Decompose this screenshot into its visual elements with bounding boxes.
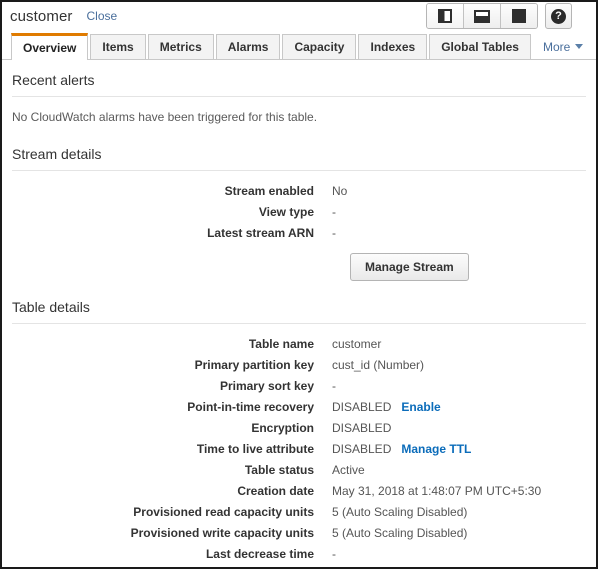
- table-details-list: Table name customer Primary partition ke…: [2, 324, 596, 567]
- detail-value: DISABLED: [332, 400, 392, 414]
- detail-label: Last increase time: [2, 565, 332, 567]
- section-heading-table-details: Table details: [12, 299, 90, 315]
- detail-value: 5 (Auto Scaling Disabled): [332, 505, 468, 519]
- detail-row: Latest stream ARN -: [2, 223, 596, 243]
- detail-label: Encryption: [251, 421, 314, 435]
- detail-value: -: [332, 205, 336, 219]
- detail-label: Provisioned write capacity units: [130, 526, 314, 540]
- detail-value: DISABLED: [332, 442, 392, 456]
- help-icon: ?: [551, 8, 566, 24]
- full-view-button[interactable]: [501, 4, 537, 28]
- detail-label: Table name: [248, 337, 314, 351]
- dynamodb-table-overview-window: customer Close ? Overview Items Metrics …: [0, 0, 598, 569]
- detail-label: Time to live attribute: [196, 442, 314, 456]
- detail-row: Primary partition key cust_id (Number): [2, 355, 596, 375]
- detail-row: View type -: [2, 202, 596, 222]
- detail-value: 5 (Auto Scaling Disabled): [332, 526, 468, 540]
- split-panel-icon: [438, 9, 452, 23]
- detail-row: Provisioned read capacity units 5 (Auto …: [2, 502, 596, 522]
- detail-row: Last increase time -: [2, 565, 596, 567]
- tab-indexes[interactable]: Indexes: [358, 34, 428, 59]
- detail-row: Table name customer: [2, 334, 596, 354]
- recent-alerts-message: No CloudWatch alarms have been triggered…: [12, 110, 318, 124]
- table-details-section: Table details Table name customer Primar…: [2, 287, 596, 567]
- tab-alarms[interactable]: Alarms: [215, 34, 281, 59]
- chevron-down-icon: [575, 44, 584, 49]
- detail-label: Point-in-time recovery: [187, 400, 314, 414]
- page-title: customer: [10, 7, 73, 25]
- window-controls: ?: [426, 3, 572, 29]
- tab-label: Overview: [23, 41, 77, 55]
- section-heading-recent-alerts: Recent alerts: [12, 72, 95, 88]
- manage-ttl-link[interactable]: Manage TTL: [401, 439, 471, 459]
- detail-row: Last decrease time -: [2, 544, 596, 564]
- tab-bar: Overview Items Metrics Alarms Capacity I…: [2, 30, 596, 60]
- detail-row: Encryption DISABLED: [2, 418, 596, 438]
- close-link[interactable]: Close: [87, 9, 118, 23]
- bottom-panel-icon: [474, 9, 490, 23]
- detail-label: Creation date: [237, 484, 314, 498]
- section-heading-stream-details: Stream details: [12, 146, 102, 162]
- tab-label: Items: [102, 40, 134, 54]
- tab-metrics[interactable]: Metrics: [147, 34, 214, 59]
- split-view-button[interactable]: [427, 4, 464, 28]
- help-button[interactable]: ?: [545, 3, 572, 29]
- tab-label: Global Tables: [441, 40, 519, 54]
- detail-value: -: [332, 226, 336, 240]
- tab-overview[interactable]: Overview: [11, 33, 89, 60]
- tab-more-dropdown[interactable]: More: [533, 34, 589, 59]
- detail-row: Primary sort key -: [2, 376, 596, 396]
- detail-value: DISABLED: [332, 421, 392, 435]
- tab-capacity[interactable]: Capacity: [282, 34, 357, 59]
- detail-value: -: [332, 565, 336, 567]
- detail-label: Last decrease time: [205, 547, 314, 561]
- detail-row: Provisioned write capacity units 5 (Auto…: [2, 523, 596, 543]
- recent-alerts-section: Recent alerts No CloudWatch alarms have …: [2, 60, 596, 134]
- tab-label: Capacity: [294, 40, 345, 54]
- detail-label: Primary partition key: [194, 358, 314, 372]
- tab-global-tables[interactable]: Global Tables: [429, 34, 531, 59]
- detail-label: Table status: [244, 463, 314, 477]
- tab-label: Metrics: [159, 40, 202, 54]
- tab-items[interactable]: Items: [90, 34, 146, 59]
- tab-label: Alarms: [227, 40, 269, 54]
- window-header: customer Close ?: [2, 2, 596, 30]
- detail-row: Time to live attribute DISABLED Manage T…: [2, 439, 596, 459]
- detail-label: Provisioned read capacity units: [133, 505, 314, 519]
- stream-actions: Manage Stream: [2, 244, 596, 281]
- detail-value: May 31, 2018 at 1:48:07 PM UTC+5:30: [332, 484, 542, 498]
- stream-details-list: Stream enabled No View type - Latest str…: [2, 171, 596, 243]
- detail-row: Table status Active: [2, 460, 596, 480]
- detail-row: Creation date May 31, 2018 at 1:48:07 PM…: [2, 481, 596, 501]
- enable-pitr-link[interactable]: Enable: [401, 397, 440, 417]
- detail-value: Active: [332, 463, 365, 477]
- detail-label: Primary sort key: [219, 379, 314, 393]
- detail-label: View type: [258, 205, 314, 219]
- bottom-panel-button[interactable]: [464, 4, 501, 28]
- detail-label: Stream enabled: [224, 184, 314, 198]
- full-panel-icon: [512, 9, 526, 23]
- detail-value: -: [332, 379, 336, 393]
- detail-row: Stream enabled No: [2, 181, 596, 201]
- tab-label: Indexes: [370, 40, 416, 54]
- detail-label: Latest stream ARN: [207, 226, 314, 240]
- overview-content: Recent alerts No CloudWatch alarms have …: [2, 60, 596, 567]
- detail-value: -: [332, 547, 336, 561]
- manage-stream-button[interactable]: Manage Stream: [350, 253, 469, 281]
- detail-value: No: [332, 184, 348, 198]
- detail-value: cust_id (Number): [332, 358, 425, 372]
- detail-value: customer: [332, 337, 382, 351]
- detail-row: Point-in-time recovery DISABLED Enable: [2, 397, 596, 417]
- layout-toggle-group: [426, 3, 538, 29]
- tab-more-label: More: [542, 39, 571, 54]
- stream-details-section: Stream details Stream enabled No View ty…: [2, 134, 596, 287]
